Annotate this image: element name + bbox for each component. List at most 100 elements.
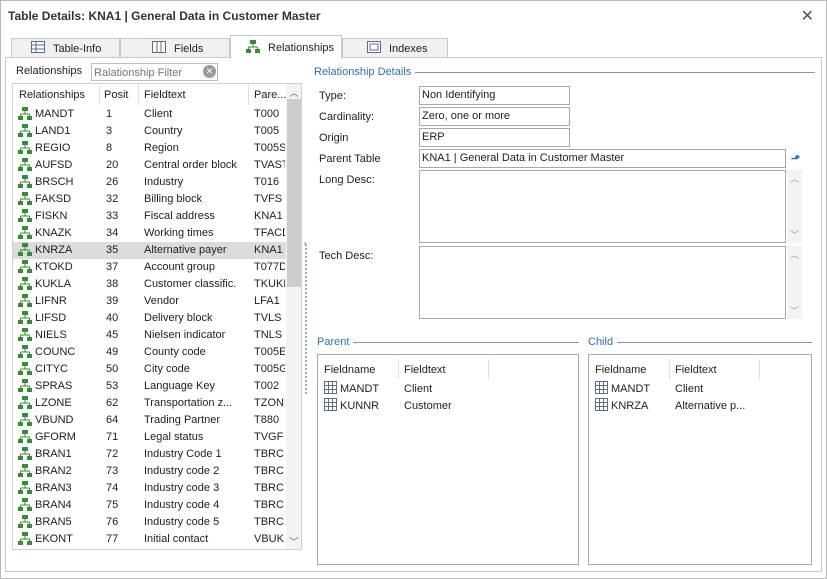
relationship-row[interactable]: COUNC 49 County code T005E xyxy=(13,344,286,361)
parent-col-fieldtext[interactable]: Fieldtext xyxy=(404,364,446,376)
relationship-row[interactable]: FAKSD 32 Billing block TVFS xyxy=(13,191,286,208)
parent-fieldname: KUNNR xyxy=(340,400,380,412)
tech-desc-scrollbar[interactable]: ︿ ﹀ xyxy=(787,246,802,319)
parent-field-row[interactable]: MANDT Client xyxy=(318,381,518,398)
relationship-parent: LFA1 xyxy=(254,295,280,307)
relationship-name: SPRAS xyxy=(35,380,73,392)
cardinality-field[interactable]: Zero, one or more xyxy=(419,107,570,126)
relationship-position: 38 xyxy=(106,278,119,290)
field-icon xyxy=(324,398,337,414)
relationship-icon xyxy=(18,362,32,378)
relationship-filter-input[interactable] xyxy=(91,63,218,81)
relationship-row[interactable]: KUKLA 38 Customer classific. TKUKL xyxy=(13,276,286,293)
relationship-position: 35 xyxy=(106,244,119,256)
tab-relationships[interactable]: Relationships xyxy=(230,35,342,59)
scroll-down-icon[interactable]: ﹀ xyxy=(286,535,301,548)
long-desc-scrollbar[interactable]: ︿ ﹀ xyxy=(787,170,802,243)
dialog-window: Table Details: KNA1 | General Data in Cu… xyxy=(0,0,827,579)
clear-filter-icon[interactable]: ✕ xyxy=(203,65,216,78)
relationship-row[interactable]: LAND1 3 Country T005 xyxy=(13,123,286,140)
relationship-row[interactable]: SPRAS 53 Language Key T002 xyxy=(13,378,286,395)
relationship-fieldtext: Transportation z... xyxy=(144,397,233,409)
list-header: Relationships Posit Fieldtext Pare... xyxy=(13,84,286,106)
col-header-relationships[interactable]: Relationships xyxy=(19,89,85,101)
type-field[interactable]: Non Identifying xyxy=(419,86,570,105)
relationships-label: Relationships xyxy=(16,65,83,77)
parent-fields-grid: Fieldname Fieldtext MANDT Client KUNNR Cust… xyxy=(317,354,579,565)
relationship-fieldtext: Alternative payer xyxy=(144,244,227,256)
relationship-name: COUNC xyxy=(35,346,76,358)
relationship-row[interactable]: REGIO 8 Region T005S xyxy=(13,140,286,157)
relationship-name: KNRZA xyxy=(35,244,73,256)
relationship-row[interactable]: AUFSD 20 Central order block TVAST xyxy=(13,157,286,174)
relationship-row[interactable]: BRAN2 73 Industry code 2 TBRC xyxy=(13,463,286,480)
relationship-icon xyxy=(18,141,32,157)
origin-field[interactable]: ERP xyxy=(419,128,570,147)
relationship-position: 50 xyxy=(106,363,119,375)
relationship-row[interactable]: GFORM 71 Legal status TVGF xyxy=(13,429,286,446)
tech-desc-textarea[interactable] xyxy=(419,246,786,319)
relationship-icon xyxy=(18,328,32,344)
tab-table-info[interactable]: Table-Info xyxy=(11,38,120,58)
relationship-fieldtext: Industry xyxy=(144,176,184,188)
list-scrollbar[interactable]: ︿ ﹀ xyxy=(286,84,301,549)
child-field-row[interactable]: MANDT Client xyxy=(589,381,789,398)
long-desc-textarea[interactable] xyxy=(419,170,786,243)
relationship-parent: TBRC xyxy=(254,499,284,511)
relationship-row[interactable]: KTOKD 37 Account group T077D xyxy=(13,259,286,276)
parent-col-fieldname[interactable]: Fieldname xyxy=(324,364,375,376)
navigate-up-icon[interactable]: ⬏ xyxy=(791,152,800,165)
relationship-row[interactable]: LZONE 62 Transportation z... TZONE xyxy=(13,395,286,412)
relationship-row[interactable]: NIELS 45 Nielsen indicator TNLS xyxy=(13,327,286,344)
relationship-row[interactable]: LIFNR 39 Vendor LFA1 xyxy=(13,293,286,310)
panel-splitter[interactable]: ‹ xyxy=(304,239,309,394)
relationship-icon xyxy=(18,158,32,174)
child-col-fieldtext[interactable]: Fieldtext xyxy=(675,364,717,376)
relationship-row[interactable]: BRSCH 26 Industry T016 xyxy=(13,174,286,191)
scroll-thumb[interactable] xyxy=(287,99,301,287)
tab-label: Table-Info xyxy=(53,42,102,55)
relationship-name: REGIO xyxy=(35,142,71,154)
relationship-parent: T000 xyxy=(254,108,280,120)
child-group-title: Child xyxy=(588,336,618,348)
child-col-fieldname[interactable]: Fieldname xyxy=(595,364,646,376)
scroll-up-icon[interactable]: ︿ xyxy=(286,86,301,99)
relationship-icon xyxy=(18,515,32,531)
relationship-row[interactable]: BRAN3 74 Industry code 3 TBRC xyxy=(13,480,286,497)
relationship-row[interactable]: BRAN1 72 Industry Code 1 TBRC xyxy=(13,446,286,463)
relationship-position: 26 xyxy=(106,176,119,188)
relationship-name: KNAZK xyxy=(35,227,72,239)
relationship-parent: TBRC xyxy=(254,465,284,477)
parent-field-row[interactable]: KUNNR Customer xyxy=(318,398,518,415)
relationship-row[interactable]: FISKN 33 Fiscal address KNA1 xyxy=(13,208,286,225)
relationship-name: BRAN2 xyxy=(35,465,72,477)
relationship-name: LAND1 xyxy=(35,125,71,137)
relationship-row[interactable]: KNRZA 35 Alternative payer KNA1 xyxy=(13,242,286,259)
relationship-name: AUFSD xyxy=(35,159,73,171)
parent-fieldtext: Customer xyxy=(404,400,452,412)
relationship-position: 33 xyxy=(106,210,119,222)
relationship-name: FAKSD xyxy=(35,193,72,205)
relationship-fieldtext: Billing block xyxy=(144,193,203,205)
relationship-fieldtext: Central order block xyxy=(144,159,237,171)
close-icon[interactable]: ✕ xyxy=(801,6,814,26)
relationship-row[interactable]: CITYC 50 City code T005G xyxy=(13,361,286,378)
relationship-row[interactable]: VBUND 64 Trading Partner T880 xyxy=(13,412,286,429)
cardinality-label: Cardinality: xyxy=(319,111,375,123)
relationship-row[interactable]: LIFSD 40 Delivery block TVLS xyxy=(13,310,286,327)
child-field-row[interactable]: KNRZA Alternative p... xyxy=(589,398,789,415)
relationship-row[interactable]: BRAN4 75 Industry code 4 TBRC xyxy=(13,497,286,514)
tab-indexes[interactable]: Indexes xyxy=(342,38,448,58)
child-fieldname: KNRZA xyxy=(611,400,649,412)
col-header-posit[interactable]: Posit xyxy=(104,89,128,101)
tab-fields[interactable]: Fields xyxy=(120,38,230,58)
col-header-fieldtext[interactable]: Fieldtext xyxy=(144,89,186,101)
relationship-row[interactable]: MANDT 1 Client T000 xyxy=(13,106,286,123)
relationship-fieldtext: Language Key xyxy=(144,380,215,392)
parent-table-field[interactable]: KNA1 | General Data in Customer Master xyxy=(419,149,786,168)
relationship-row[interactable]: KNAZK 34 Working times TFACD xyxy=(13,225,286,242)
col-header-parent[interactable]: Pare... xyxy=(254,89,286,101)
relationship-row[interactable]: EKONT 77 Initial contact VBUK xyxy=(13,531,286,548)
relationship-position: 1 xyxy=(106,108,113,120)
relationship-row[interactable]: BRAN5 76 Industry code 5 TBRC xyxy=(13,514,286,531)
